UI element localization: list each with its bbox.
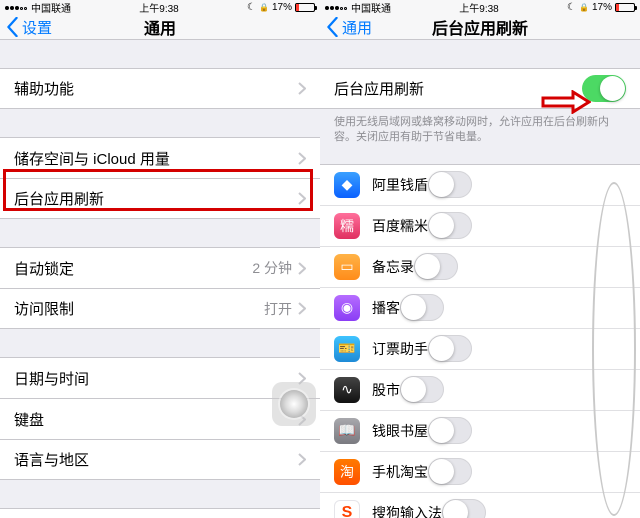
navbar: 通用 后台应用刷新: [320, 15, 640, 40]
master-toggle[interactable]: [582, 75, 626, 102]
app-toggle[interactable]: [400, 294, 444, 321]
page-title: 后台应用刷新: [432, 15, 528, 39]
app-list: ◆阿里钱盾糯百度糯米▭备忘录◉播客🎫订票助手∿股市📖钱眼书屋淘手机淘宝S搜狗输入…: [320, 164, 640, 518]
app-name: 播客: [372, 298, 400, 318]
app-row: ◉ 播客: [320, 287, 640, 328]
app-row: ◆ 阿里钱盾: [320, 164, 640, 205]
app-toggle[interactable]: [442, 499, 486, 518]
row-accessibility[interactable]: 辅助功能: [0, 68, 320, 109]
chevron-right-icon: [298, 152, 306, 165]
row-itunes-sync[interactable]: iTunes 无线局域网同步: [0, 508, 320, 518]
row-restrictions[interactable]: 访问限制 打开: [0, 288, 320, 329]
app-icon: 糯: [334, 213, 360, 239]
clock: 上午9:38: [459, 0, 498, 15]
app-name: 百度糯米: [372, 216, 428, 236]
app-toggle[interactable]: [428, 458, 472, 485]
screen-background-refresh: 中国联通 上午9:38 17% 通用 后台应用刷新 后台应用刷新 使用无线局域网…: [320, 0, 640, 518]
autolock-value: 2 分钟: [252, 258, 292, 278]
app-row: S 搜狗输入法: [320, 492, 640, 518]
app-name: 手机淘宝: [372, 462, 428, 482]
battery-pct: 17%: [272, 2, 292, 13]
app-row: 糯百度糯米: [320, 205, 640, 246]
app-icon: 🎫: [334, 336, 360, 362]
chevron-right-icon: [298, 192, 306, 205]
battery-icon: [615, 3, 635, 12]
app-toggle[interactable]: [428, 171, 472, 198]
app-row: 淘手机淘宝: [320, 451, 640, 492]
app-name: 股市: [372, 380, 400, 400]
app-toggle[interactable]: [428, 212, 472, 239]
orientation-lock-icon: [259, 2, 269, 13]
row-language[interactable]: 语言与地区: [0, 439, 320, 480]
app-icon: ∿: [334, 377, 360, 403]
battery-icon: [295, 3, 315, 12]
chevron-right-icon: [298, 302, 306, 315]
orientation-lock-icon: [579, 2, 589, 13]
dnd-icon: [567, 2, 576, 13]
app-icon: ◉: [334, 295, 360, 321]
app-row: 📖 钱眼书屋: [320, 410, 640, 451]
app-row: ▭ 备忘录: [320, 246, 640, 287]
chevron-right-icon: [298, 262, 306, 275]
signal-dots-icon: [5, 2, 28, 13]
dnd-icon: [247, 2, 256, 13]
app-name: 阿里钱盾: [372, 175, 428, 195]
app-icon: 📖: [334, 418, 360, 444]
app-toggle[interactable]: [428, 335, 472, 362]
screen-general: 中国联通 上午9:38 17% 设置 通用 辅助功能 储存空间与 iCloud …: [0, 0, 320, 518]
row-master-toggle: 后台应用刷新: [320, 68, 640, 109]
app-toggle[interactable]: [400, 376, 444, 403]
back-button[interactable]: 通用: [326, 17, 372, 38]
app-name: 订票助手: [372, 339, 428, 359]
row-background-refresh[interactable]: 后台应用刷新: [0, 178, 320, 219]
app-name: 钱眼书屋: [372, 421, 428, 441]
app-toggle[interactable]: [428, 417, 472, 444]
app-icon: ▭: [334, 254, 360, 280]
status-bar: 中国联通 上午9:38 17%: [0, 0, 320, 15]
battery-pct: 17%: [592, 2, 612, 13]
app-icon: S: [334, 500, 360, 518]
app-row: ∿ 股市: [320, 369, 640, 410]
signal-dots-icon: [325, 2, 348, 13]
status-bar: 中国联通 上午9:38 17%: [320, 0, 640, 15]
back-button[interactable]: 设置: [6, 17, 52, 38]
carrier-label: 中国联通: [351, 0, 391, 15]
chevron-right-icon: [298, 453, 306, 466]
back-label: 设置: [22, 17, 52, 38]
row-storage[interactable]: 储存空间与 iCloud 用量: [0, 137, 320, 178]
footer-note: 使用无线局域网或蜂窝移动网时，允许应用在后台刷新内容。关闭应用有助于节省电量。: [320, 109, 640, 152]
back-label: 通用: [342, 17, 372, 38]
navbar: 设置 通用: [0, 15, 320, 40]
app-icon: ◆: [334, 172, 360, 198]
app-name: 搜狗输入法: [372, 503, 442, 518]
clock: 上午9:38: [139, 0, 178, 15]
page-title: 通用: [144, 15, 176, 39]
app-toggle[interactable]: [414, 253, 458, 280]
assistive-touch-button[interactable]: [272, 382, 316, 426]
app-icon: 淘: [334, 459, 360, 485]
app-name: 备忘录: [372, 257, 414, 277]
app-row: 🎫 订票助手: [320, 328, 640, 369]
chevron-left-icon: [326, 17, 339, 37]
row-autolock[interactable]: 自动锁定 2 分钟: [0, 247, 320, 288]
chevron-right-icon: [298, 82, 306, 95]
restrictions-value: 打开: [264, 299, 292, 319]
carrier-label: 中国联通: [31, 0, 71, 15]
chevron-left-icon: [6, 17, 19, 37]
